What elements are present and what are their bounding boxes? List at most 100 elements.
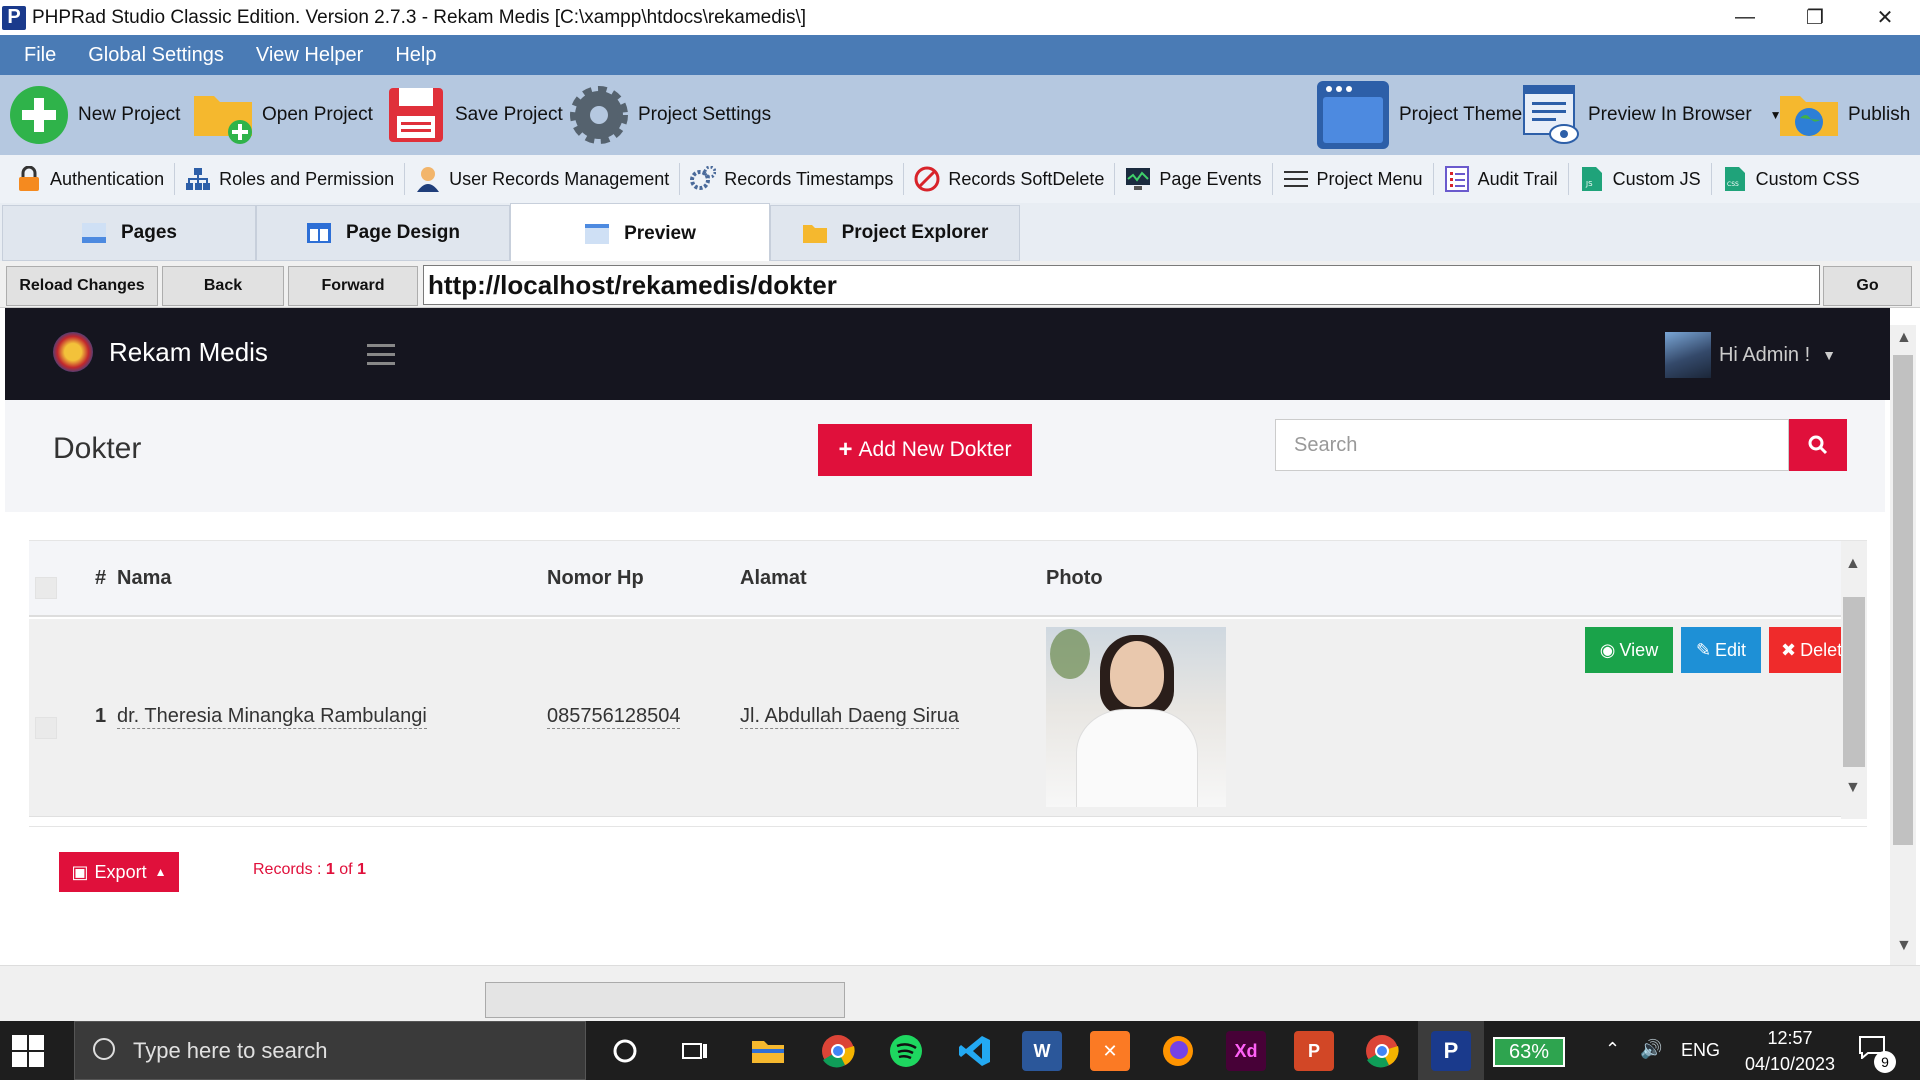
firefox-icon[interactable] [1158, 1031, 1198, 1071]
task-view-icon[interactable] [675, 1031, 715, 1071]
language-indicator[interactable]: ENG [1681, 1040, 1720, 1061]
back-button[interactable]: Back [162, 266, 284, 306]
scroll-down-icon[interactable]: ▼ [1896, 937, 1912, 955]
preview-in-browser-label: Preview In Browser [1588, 104, 1752, 125]
dokter-table: # Nama Nomor Hp Alamat Photo 1 dr. There… [29, 540, 1867, 820]
user-records-button[interactable]: User Records Management [405, 163, 681, 195]
js-file-icon: JS [1579, 166, 1605, 192]
caret-down-icon: ▼ [1822, 347, 1836, 363]
globe-folder-icon [1780, 96, 1838, 136]
go-button[interactable]: Go [1823, 266, 1912, 306]
phprad-taskbar-icon[interactable]: P [1431, 1031, 1471, 1071]
menu-help[interactable]: Help [395, 44, 436, 67]
file-explorer-icon[interactable] [748, 1031, 788, 1071]
custom-css-button[interactable]: CSS Custom CSS [1712, 163, 1870, 195]
preview-in-browser-button[interactable]: Preview In Browser ▼ [1522, 83, 1782, 147]
eye-icon: ◉ [1599, 639, 1616, 660]
adobe-xd-icon[interactable]: Xd [1226, 1031, 1266, 1071]
view-button[interactable]: ◉ View [1585, 627, 1673, 673]
word-icon[interactable]: W [1022, 1031, 1062, 1071]
save-project-button[interactable]: Save Project [385, 83, 563, 147]
tab-preview[interactable]: Preview [510, 203, 770, 263]
url-input[interactable]: http://localhost/rekamedis/dokter [423, 265, 1820, 305]
publish-button[interactable]: Publish [1778, 83, 1910, 147]
page-header: Dokter + Add New Dokter Search [5, 400, 1885, 512]
audit-trail-button[interactable]: Audit Trail [1434, 163, 1569, 195]
clock-date: 04/10/2023 [1744, 1054, 1836, 1074]
close-button[interactable]: ✕ [1850, 0, 1920, 35]
export-label: Export [94, 861, 147, 882]
chrome-alt-icon[interactable] [1362, 1031, 1402, 1071]
header-nomor-hp[interactable]: Nomor Hp [547, 567, 644, 590]
minimize-button[interactable]: — [1710, 0, 1780, 35]
reload-changes-button[interactable]: Reload Changes [6, 266, 158, 306]
horizontal-scrollbar[interactable] [485, 982, 845, 1018]
edit-button[interactable]: ✎ Edit [1681, 627, 1761, 673]
roles-permission-button[interactable]: Roles and Permission [175, 163, 406, 195]
site-brand[interactable]: Rekam Medis [53, 332, 268, 372]
preview-scrollbar[interactable]: ▲ ▼ [1890, 325, 1916, 965]
restore-button[interactable]: ❐ [1780, 0, 1850, 35]
records-softdelete-button[interactable]: Records SoftDelete [904, 163, 1116, 195]
records-timestamps-label: Records Timestamps [724, 168, 894, 189]
authentication-button[interactable]: Authentication [6, 163, 176, 195]
table-scrollbar[interactable]: ▲ ▼ [1841, 541, 1867, 819]
chrome-icon[interactable] [818, 1031, 858, 1071]
scroll-down-icon[interactable]: ▼ [1845, 779, 1861, 797]
save-icon: ▣ [71, 861, 89, 882]
table-scrollbar-thumb[interactable] [1843, 597, 1865, 767]
spotify-icon[interactable] [886, 1031, 926, 1071]
delete-button[interactable]: ✖ Delete [1769, 627, 1849, 673]
hamburger-menu-icon[interactable] [367, 344, 395, 366]
search-input[interactable]: Search [1275, 419, 1789, 471]
page-events-button[interactable]: Page Events [1115, 163, 1273, 195]
add-new-dokter-button[interactable]: + Add New Dokter [818, 424, 1032, 476]
project-settings-button[interactable]: Project Settings [568, 83, 771, 147]
select-all-checkbox[interactable] [35, 577, 57, 599]
preview-scrollbar-thumb[interactable] [1893, 355, 1913, 845]
brand-logo-icon [53, 332, 93, 372]
cell-alamat[interactable]: Jl. Abdullah Daeng Sirua [740, 705, 960, 729]
cell-nomor-hp[interactable]: 085756128504 [547, 705, 681, 729]
project-theme-button[interactable]: Project Theme [1315, 81, 1523, 149]
svg-text:JS: JS [1585, 180, 1593, 188]
project-menu-button[interactable]: Project Menu [1273, 163, 1434, 195]
row-checkbox[interactable] [35, 717, 57, 739]
header-photo[interactable]: Photo [1046, 567, 1103, 590]
volume-icon[interactable]: 🔊 [1640, 1039, 1662, 1060]
search-button[interactable] [1789, 419, 1847, 471]
export-button[interactable]: ▣ Export ▲ [59, 852, 179, 892]
plus-icon: + [838, 436, 853, 463]
cell-nama[interactable]: dr. Theresia Minangka Rambulangi [117, 705, 427, 729]
powerpoint-icon[interactable]: P [1294, 1031, 1334, 1071]
records-timestamps-button[interactable]: Records Timestamps [680, 163, 905, 195]
tab-pages[interactable]: Pages [2, 205, 256, 261]
doctor-photo[interactable] [1046, 627, 1226, 807]
taskbar-search-input[interactable]: Type here to search [74, 1021, 586, 1080]
vscode-icon[interactable] [955, 1031, 995, 1071]
scroll-up-icon[interactable]: ▲ [1845, 555, 1861, 573]
notification-center-icon[interactable]: 9 [1858, 1035, 1896, 1073]
custom-js-button[interactable]: JS Custom JS [1569, 163, 1712, 195]
menu-view-helper[interactable]: View Helper [256, 44, 363, 67]
avatar [1664, 332, 1711, 378]
tab-project-explorer-label: Project Explorer [841, 222, 989, 243]
new-project-button[interactable]: New Project [8, 83, 180, 147]
tab-project-explorer[interactable]: Project Explorer [770, 205, 1020, 261]
chevron-up-icon[interactable]: ⌃ [1605, 1039, 1620, 1060]
xampp-icon[interactable]: ✕ [1090, 1031, 1130, 1071]
menu-global-settings[interactable]: Global Settings [88, 44, 224, 67]
project-theme-label: Project Theme [1399, 104, 1523, 125]
scroll-up-icon[interactable]: ▲ [1896, 329, 1912, 347]
cortana-icon[interactable] [605, 1031, 645, 1071]
header-nama[interactable]: Nama [117, 567, 171, 590]
windows-start-icon[interactable] [12, 1035, 46, 1069]
system-clock[interactable]: 12:57 04/10/2023 [1735, 1025, 1845, 1077]
user-menu[interactable]: Hi Admin ! ▼ [1664, 332, 1836, 378]
open-project-button[interactable]: Open Project [192, 83, 373, 147]
battery-indicator[interactable]: 63% [1493, 1037, 1565, 1067]
menu-file[interactable]: File [24, 44, 56, 67]
forward-button[interactable]: Forward [288, 266, 418, 306]
tab-page-design[interactable]: Page Design [256, 205, 510, 261]
header-alamat[interactable]: Alamat [740, 567, 807, 590]
